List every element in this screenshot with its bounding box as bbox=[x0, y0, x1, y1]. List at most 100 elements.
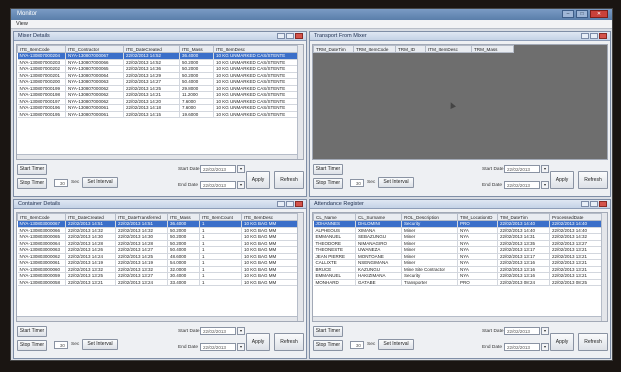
column-header[interactable]: ITE_DateCreated bbox=[123, 45, 180, 53]
column-header[interactable]: ITE_Contractor bbox=[65, 45, 124, 53]
table-row[interactable]: NYA-130807000203 NYA-130807000066 22/02/20… bbox=[17, 59, 300, 66]
calendar-dropdown-icon[interactable]: ▾ bbox=[541, 327, 549, 335]
calendar-dropdown-icon[interactable]: ▾ bbox=[541, 165, 549, 173]
column-header[interactable]: ITM_ItemDesc bbox=[425, 45, 472, 53]
column-header[interactable]: TIM_LocationID bbox=[457, 213, 498, 221]
apply-button[interactable]: Apply bbox=[550, 333, 574, 351]
mixer-grid[interactable]: ITE_ItemCode ITE_Contractor ITE_DateCreate… bbox=[16, 44, 304, 160]
attendance-grid[interactable]: CL_Name CL_Surname ROL_Description TIM_Loca… bbox=[312, 212, 608, 322]
calendar-dropdown-icon[interactable]: ▾ bbox=[237, 327, 245, 335]
vertical-scrollbar[interactable] bbox=[297, 213, 303, 321]
stop-timer-button[interactable]: Stop Timer bbox=[313, 340, 343, 351]
panel-close-icon[interactable] bbox=[599, 33, 607, 39]
refresh-button[interactable]: Refresh bbox=[578, 333, 608, 351]
panel-maximize-icon[interactable] bbox=[590, 33, 598, 39]
horizontal-scrollbar[interactable] bbox=[17, 316, 297, 321]
start-date-picker[interactable]: 22/02/2013 bbox=[200, 327, 236, 335]
start-timer-button[interactable]: Start Timer bbox=[313, 164, 343, 175]
vertical-scrollbar[interactable] bbox=[601, 213, 607, 321]
calendar-dropdown-icon[interactable]: ▾ bbox=[237, 343, 245, 351]
panel-close-icon[interactable] bbox=[599, 201, 607, 207]
column-header[interactable]: CL_Name bbox=[313, 213, 356, 221]
table-row[interactable]: NYA-130807000199 NYA-130807000062 22/02/20… bbox=[17, 85, 300, 92]
column-header[interactable]: ProcessedDate bbox=[549, 213, 604, 221]
set-interval-button[interactable]: Set Interval bbox=[378, 339, 414, 350]
column-header[interactable]: CL_Surname bbox=[355, 213, 402, 221]
table-row[interactable]: NYA-130807000204 NYA-130807000067 22/02/20… bbox=[17, 52, 300, 60]
start-date-picker[interactable]: 22/02/2013 bbox=[504, 165, 540, 173]
apply-button[interactable]: Apply bbox=[246, 171, 270, 189]
refresh-button[interactable]: Refresh bbox=[274, 333, 304, 351]
column-header[interactable]: ITE_DateCreated bbox=[65, 213, 116, 221]
menu-item-view[interactable]: View bbox=[16, 21, 28, 27]
calendar-dropdown-icon[interactable]: ▾ bbox=[541, 343, 549, 351]
close-icon[interactable]: ✕ bbox=[590, 10, 608, 18]
interval-input[interactable]: 30 bbox=[54, 179, 68, 187]
start-date-picker[interactable]: 22/02/2013 bbox=[200, 165, 236, 173]
panel-close-icon[interactable] bbox=[295, 201, 303, 207]
table-row[interactable]: NYA-130807000198 NYA-130807000062 22/02/20… bbox=[17, 91, 300, 99]
panel-minimize-icon[interactable] bbox=[581, 201, 589, 207]
table-row[interactable]: NYA-130807000196 NYA-130807000061 22/02/20… bbox=[17, 104, 300, 112]
apply-button[interactable]: Apply bbox=[550, 171, 574, 189]
calendar-dropdown-icon[interactable]: ▾ bbox=[541, 181, 549, 189]
column-header[interactable]: ITE_Mass bbox=[167, 213, 200, 221]
maximize-icon[interactable]: □ bbox=[576, 10, 588, 18]
table-row[interactable]: NYA-130807000201 NYA-130807000064 22/02/20… bbox=[17, 72, 300, 79]
transport-grid[interactable]: TRM_DateTim TRM_ItemCode TRM_ID ITM_ItemDes… bbox=[312, 44, 608, 160]
stop-timer-button[interactable]: Stop Timer bbox=[313, 178, 343, 189]
column-header[interactable]: TRM_ItemCode bbox=[353, 45, 396, 53]
start-timer-button[interactable]: Start Timer bbox=[17, 326, 47, 337]
interval-input[interactable]: 30 bbox=[54, 341, 68, 349]
stop-timer-button[interactable]: Stop Timer bbox=[17, 340, 47, 351]
panel-maximize-icon[interactable] bbox=[286, 201, 294, 207]
panel-maximize-icon[interactable] bbox=[590, 201, 598, 207]
stop-timer-button[interactable]: Stop Timer bbox=[17, 178, 47, 189]
apply-button[interactable]: Apply bbox=[246, 333, 270, 351]
interval-input[interactable]: 30 bbox=[350, 179, 364, 187]
interval-input[interactable]: 30 bbox=[350, 341, 364, 349]
set-interval-button[interactable]: Set Interval bbox=[82, 177, 118, 188]
table-row[interactable]: NYA-130803000058 22/02/2013 13:21 22/02/20… bbox=[17, 279, 300, 286]
panel-minimize-icon[interactable] bbox=[581, 33, 589, 39]
panel-minimize-icon[interactable] bbox=[277, 33, 285, 39]
end-date-picker[interactable]: 22/02/2013 bbox=[200, 181, 236, 189]
horizontal-scrollbar[interactable] bbox=[17, 154, 297, 159]
end-date-picker[interactable]: 22/02/2013 bbox=[504, 181, 540, 189]
column-header[interactable]: ITE_ItemCode bbox=[17, 45, 66, 53]
column-header[interactable]: ROL_Description bbox=[401, 213, 458, 221]
column-header[interactable]: TRM_Mass bbox=[471, 45, 514, 53]
start-date-picker[interactable]: 22/02/2013 bbox=[504, 327, 540, 335]
column-header[interactable]: TRM_ID bbox=[395, 45, 426, 53]
set-interval-button[interactable]: Set Interval bbox=[82, 339, 118, 350]
column-header[interactable]: TRM_DateTim bbox=[313, 45, 354, 53]
column-header[interactable]: ITE_Mass bbox=[179, 45, 214, 53]
column-header[interactable]: ITE_ItemCode bbox=[17, 213, 66, 221]
end-date-picker[interactable]: 22/02/2013 bbox=[504, 343, 540, 351]
end-date-picker[interactable]: 22/02/2013 bbox=[200, 343, 236, 351]
start-timer-button[interactable]: Start Timer bbox=[313, 326, 343, 337]
table-row[interactable]: MONHARD GATABE Transporter PRO 22/02/2013 08… bbox=[313, 279, 604, 286]
refresh-button[interactable]: Refresh bbox=[578, 171, 608, 189]
vertical-scrollbar[interactable] bbox=[297, 45, 303, 159]
column-header[interactable]: ITE_ItemDesc bbox=[241, 213, 300, 221]
container-grid[interactable]: ITE_ItemCode ITE_DateCreated ITE_DateTrans… bbox=[16, 212, 304, 322]
column-header[interactable]: TIM_DateTim bbox=[497, 213, 550, 221]
column-header[interactable]: ITE_ItemCount bbox=[199, 213, 242, 221]
calendar-dropdown-icon[interactable]: ▾ bbox=[237, 181, 245, 189]
panel-maximize-icon[interactable] bbox=[286, 33, 294, 39]
table-row[interactable]: NYA-130807000202 NYA-130807000065 22/02/20… bbox=[17, 65, 300, 73]
panel-close-icon[interactable] bbox=[295, 33, 303, 39]
panel-minimize-icon[interactable] bbox=[277, 201, 285, 207]
column-header[interactable]: ITE_ItemDesc bbox=[213, 45, 300, 53]
minimize-icon[interactable]: – bbox=[562, 10, 574, 18]
refresh-button[interactable]: Refresh bbox=[274, 171, 304, 189]
table-row[interactable]: NYA-130807000200 NYA-130807000063 22/02/20… bbox=[17, 78, 300, 86]
horizontal-scrollbar[interactable] bbox=[313, 316, 601, 321]
calendar-dropdown-icon[interactable]: ▾ bbox=[237, 165, 245, 173]
set-interval-button[interactable]: Set Interval bbox=[378, 177, 414, 188]
column-header[interactable]: ITE_DateTransferred bbox=[115, 213, 168, 221]
table-row[interactable]: NYA-130807000195 NYA-130807000061 22/02/20… bbox=[17, 111, 300, 118]
start-timer-button[interactable]: Start Timer bbox=[17, 164, 47, 175]
table-row[interactable]: NYA-130807000197 NYA-130807000062 22/02/20… bbox=[17, 98, 300, 105]
